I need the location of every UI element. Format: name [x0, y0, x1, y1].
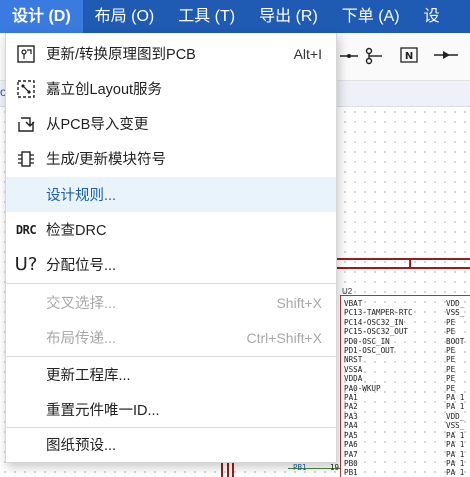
- module-symbol-icon: [15, 148, 37, 170]
- menu-item-update-library[interactable]: 更新工程库...: [6, 357, 336, 392]
- net-flag-icon[interactable]: [434, 46, 458, 68]
- menu-separator: [6, 283, 336, 284]
- menu-order[interactable]: 下单 (A): [330, 0, 412, 33]
- menu-item-reset-unique-id[interactable]: 重置元件唯一ID...: [6, 392, 336, 427]
- wire[interactable]: [337, 258, 470, 260]
- menubar: 设计 (D) 布局 (O) 工具 (T) 导出 (R) 下单 (A) 设: [0, 0, 470, 33]
- wire[interactable]: [409, 258, 411, 268]
- design-menu-dropdown: 更新/转换原理图到PCB Alt+I 嘉立创Layout服务 从PCB导入变更 …: [5, 33, 337, 463]
- menu-item-sheet-presets[interactable]: 图纸预设...: [6, 427, 336, 462]
- net-label-icon[interactable]: N: [398, 46, 420, 68]
- layout-service-icon: [15, 78, 37, 100]
- menu-item-module-symbol[interactable]: 生成/更新模块符号: [6, 141, 336, 176]
- netport-tool-icon[interactable]: [362, 46, 384, 68]
- menu-settings[interactable]: 设: [412, 0, 452, 33]
- menu-design[interactable]: 设计 (D): [0, 0, 83, 33]
- menu-item-import-changes[interactable]: 从PCB导入变更: [6, 106, 336, 141]
- import-changes-icon: [15, 113, 37, 135]
- wire[interactable]: [227, 462, 229, 477]
- wire[interactable]: [337, 267, 470, 269]
- component-pins-left: VBAT PC13-TAMPER-RTC PC14-OSC32_IN PC15-…: [344, 299, 413, 477]
- menu-item-cross-select[interactable]: 交叉选择... Shift+X: [6, 285, 336, 320]
- menu-item-layout-service[interactable]: 嘉立创Layout服务: [6, 71, 336, 106]
- menu-tools[interactable]: 工具 (T): [166, 0, 247, 33]
- menu-item-update-pcb[interactable]: 更新/转换原理图到PCB Alt+I: [6, 36, 336, 71]
- menu-item-layout-transfer[interactable]: 布局传递... Ctrl+Shift+X: [6, 320, 336, 355]
- menu-item-check-drc[interactable]: DRC 检查DRC: [6, 212, 336, 247]
- menu-export[interactable]: 导出 (R): [247, 0, 330, 33]
- schematic-to-pcb-icon: [15, 43, 37, 65]
- net-label: PB1: [293, 463, 307, 472]
- pin-number: 19: [330, 463, 340, 472]
- svg-text:N: N: [405, 51, 413, 62]
- wire[interactable]: [232, 462, 234, 477]
- component-pins-right: VDD_ VSS_ PE PE BOOT PE PE PE PE PE PA 1…: [446, 299, 465, 477]
- menu-item-design-rules[interactable]: 设计规则...: [6, 177, 336, 212]
- menu-item-annotate[interactable]: U? 分配位号...: [6, 247, 336, 282]
- wire-tool-icon[interactable]: [338, 46, 360, 68]
- wire[interactable]: [221, 462, 223, 477]
- annotate-icon: U?: [14, 254, 38, 275]
- drc-icon: DRC: [15, 222, 37, 237]
- menu-layout[interactable]: 布局 (O): [83, 0, 167, 33]
